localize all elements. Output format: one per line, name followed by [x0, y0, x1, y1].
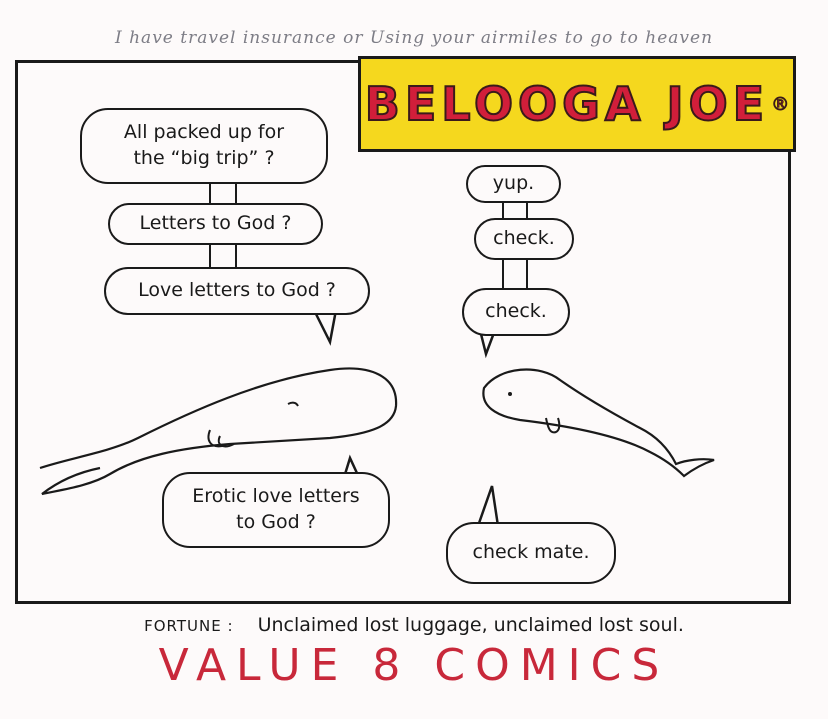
fortune-text: Unclaimed lost luggage, unclaimed lost s… [257, 614, 684, 636]
fortune-label: FORTUNE : [144, 617, 234, 635]
title-box: BELOOGA JOE ® [358, 56, 796, 152]
speech-bubble-check-1: check. [474, 218, 574, 260]
speech-bubble-letters: Letters to God ? [108, 203, 323, 245]
sperm-whale-drawing [39, 367, 398, 496]
speech-bubble-love-letters: Love letters to God ? [104, 267, 370, 315]
registered-mark: ® [771, 93, 790, 115]
comic-title: BELOOGA JOE [364, 76, 770, 132]
bubble-connector [502, 255, 528, 291]
comic-subtitle: I have travel insurance or Using your ai… [114, 28, 714, 48]
speech-bubble-big-trip: All packed up for the “big trip” ? [80, 108, 328, 184]
footer-brand: VALUE 8 COMICS [158, 640, 670, 691]
beluga-whale-drawing [482, 368, 715, 478]
fortune-line: FORTUNE : Unclaimed lost luggage, unclai… [0, 614, 828, 636]
speech-bubble-check-mate: check mate. [446, 522, 616, 584]
speech-bubble-check-2: check. [462, 288, 570, 336]
speech-bubble-yup: yup. [466, 165, 561, 203]
